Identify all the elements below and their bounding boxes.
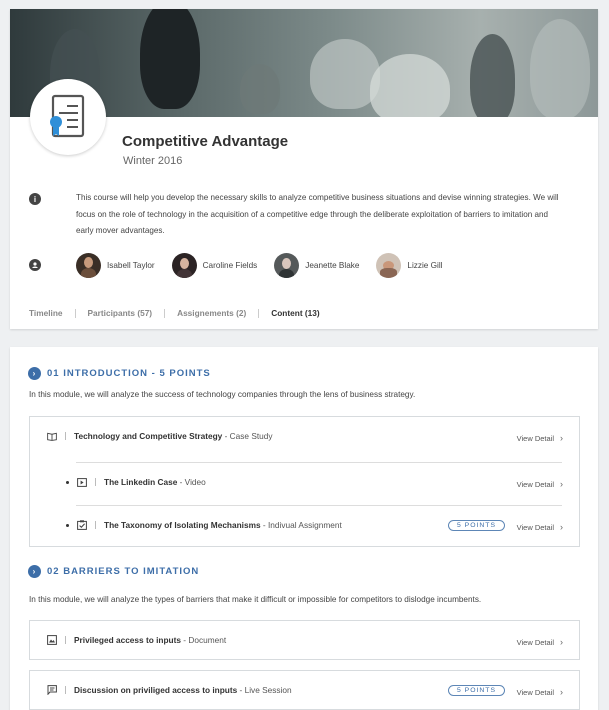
list-item-card[interactable]: Discussion on priviliged access to input…	[29, 670, 580, 710]
module-description: In this module, we will analyze the type…	[29, 595, 482, 604]
chevron-right-icon[interactable]: ›	[28, 565, 41, 578]
participant[interactable]: Isabell Taylor	[76, 253, 155, 278]
tab-divider	[164, 308, 166, 318]
item-title: Privileged access to inputs	[74, 635, 181, 645]
item-divider	[65, 686, 66, 694]
list-item[interactable]: Discussion on priviliged access to input…	[47, 685, 292, 695]
bullet	[66, 480, 69, 484]
item-type: - Case Study	[222, 431, 273, 441]
module-heading[interactable]: › 02 BARRIERS TO IMITATION	[28, 565, 199, 578]
avatar	[376, 253, 402, 278]
live-session-icon	[47, 685, 57, 695]
avatar	[76, 253, 101, 278]
assignment-icon	[77, 520, 87, 530]
module-items-list: Technology and Competitive Strategy - Ca…	[29, 416, 580, 547]
info-icon: i	[29, 193, 41, 205]
document-icon	[47, 635, 57, 645]
chevron-right-icon[interactable]: ›	[28, 367, 41, 380]
avatar	[274, 253, 300, 278]
list-item[interactable]: Privileged access to inputs - Document	[47, 635, 226, 645]
bullet	[66, 523, 69, 527]
chevron-right-icon: ›	[560, 433, 563, 443]
view-detail-link[interactable]: View Detail ›	[517, 687, 563, 697]
view-detail-link[interactable]: View Detail ›	[517, 637, 563, 647]
chevron-right-icon: ›	[560, 687, 563, 697]
module-description: In this module, we will analyze the succ…	[29, 390, 416, 399]
tab-divider	[258, 308, 260, 318]
course-content-card: › 01 INTRODUCTION - 5 POINTS In this mod…	[10, 347, 598, 710]
view-detail-label: View Detail	[516, 433, 554, 443]
chevron-right-icon: ›	[560, 637, 563, 647]
tab-content[interactable]: Content (13)	[271, 308, 319, 318]
course-tabs: Timeline Participants (57) Assignements …	[29, 308, 320, 318]
divider	[76, 505, 562, 506]
avatar	[171, 253, 197, 278]
book-icon	[47, 431, 57, 441]
view-detail-label: View Detail	[516, 479, 554, 489]
participant-name: Isabell Taylor	[107, 261, 155, 270]
view-detail-label: View Detail	[516, 522, 554, 532]
item-title: The Taxonomy of Isolating Mechanisms	[104, 520, 261, 530]
course-term: Winter 2016	[123, 155, 183, 167]
view-detail-link[interactable]: View Detail ›	[517, 522, 563, 532]
item-title: Technology and Competitive Strategy	[74, 431, 223, 441]
module-heading[interactable]: › 01 INTRODUCTION - 5 POINTS	[28, 367, 211, 380]
tab-assignments[interactable]: Assignements (2)	[177, 308, 246, 318]
chevron-right-icon: ›	[560, 479, 563, 489]
divider	[76, 462, 562, 463]
video-icon	[77, 477, 87, 487]
participants-list: Isabell Taylor Caroline Fields Jeanette …	[76, 253, 459, 278]
item-divider	[65, 432, 66, 440]
participant[interactable]: Caroline Fields	[171, 253, 258, 278]
module-title: 02 BARRIERS TO IMITATION	[47, 566, 200, 577]
chevron-right-icon: ›	[560, 522, 563, 532]
item-title: The Linkedin Case	[104, 477, 178, 487]
points-badge: 5 POINTS	[448, 520, 505, 531]
course-certificate-icon	[30, 79, 106, 155]
participants-icon	[29, 259, 41, 271]
view-detail-label: View Detail	[516, 687, 554, 697]
participant-name: Lizzie Gill	[407, 261, 443, 270]
item-type: - Document	[180, 635, 227, 645]
view-detail-label: View Detail	[516, 637, 554, 647]
list-item[interactable]: The Linkedin Case - Video	[66, 477, 206, 487]
list-item[interactable]: Technology and Competitive Strategy - Ca…	[47, 431, 273, 441]
course-header-card: Competitive Advantage Winter 2016 i This…	[10, 9, 598, 329]
list-item-card[interactable]: Privileged access to inputs - Document V…	[29, 620, 580, 660]
item-type: - Indivual Assignment	[260, 520, 342, 530]
view-detail-link[interactable]: View Detail ›	[517, 479, 563, 489]
course-description: This course will help you develop the ne…	[76, 193, 559, 235]
item-divider	[95, 521, 96, 529]
course-title: Competitive Advantage	[122, 133, 289, 150]
item-type: - Live Session	[237, 685, 292, 695]
view-detail-link[interactable]: View Detail ›	[517, 433, 563, 443]
item-title: Discussion on priviliged access to input…	[74, 685, 238, 695]
item-divider	[95, 478, 96, 486]
participant[interactable]: Jeanette Blake	[274, 253, 359, 278]
participant[interactable]: Lizzie Gill	[376, 253, 442, 278]
module-title: 01 INTRODUCTION - 5 POINTS	[47, 368, 211, 379]
tab-timeline[interactable]: Timeline	[29, 308, 63, 318]
tab-divider	[74, 308, 76, 318]
participant-name: Caroline Fields	[202, 261, 258, 270]
item-divider	[65, 636, 66, 644]
list-item[interactable]: The Taxonomy of Isolating Mechanisms - I…	[66, 520, 342, 530]
points-badge: 5 POINTS	[448, 685, 505, 696]
tab-participants[interactable]: Participants (57)	[88, 308, 153, 318]
item-type: - Video	[177, 477, 206, 487]
participant-name: Jeanette Blake	[305, 261, 360, 270]
